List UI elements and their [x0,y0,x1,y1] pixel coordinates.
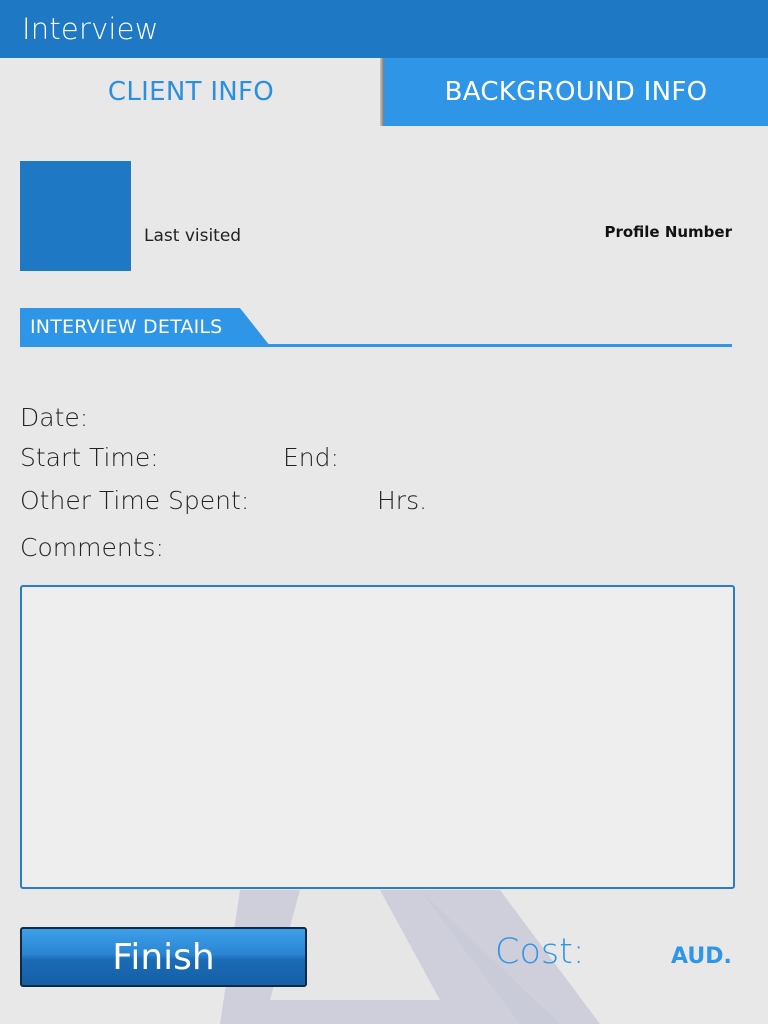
start-time-label: Start Time: [20,443,159,472]
finish-button[interactable]: Finish [20,927,307,987]
comments-label: Comments: [20,533,164,562]
interview-details-header: INTERVIEW DETAILS [20,308,732,348]
app-title-bar: Interview [0,0,768,58]
tab-client-info[interactable]: CLIENT INFO [0,58,382,126]
other-time-label: Other Time Spent: [20,486,250,515]
section-title: INTERVIEW DETAILS [30,316,223,338]
hours-unit-label: Hrs. [377,486,428,515]
date-label: Date: [20,403,89,432]
currency-label: AUD. [671,944,732,969]
end-time-label: End: [283,443,339,472]
comments-textarea[interactable] [20,585,735,889]
last-visited-label: Last visited [144,226,242,246]
profile-number-label: Profile Number [604,223,732,241]
tab-background-info[interactable]: BACKGROUND INFO [384,58,768,126]
app-title: Interview [22,12,159,46]
client-avatar[interactable] [20,161,131,271]
interview-screen: Interview CLIENT INFO BACKGROUND INFO La… [0,0,768,1024]
tab-bar: CLIENT INFO BACKGROUND INFO [0,58,768,126]
cost-label: Cost: [495,932,585,972]
